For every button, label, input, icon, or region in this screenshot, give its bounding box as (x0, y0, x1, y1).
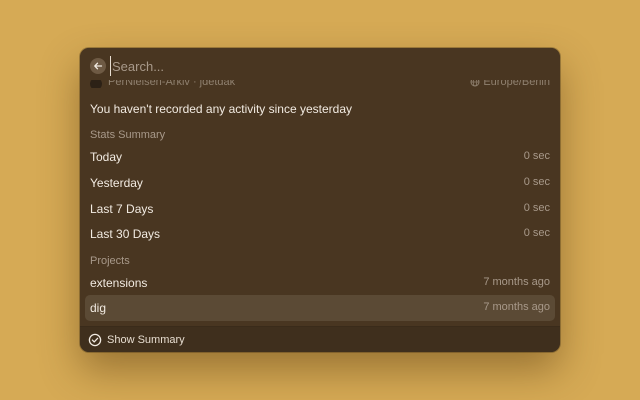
check-circle-icon (88, 333, 102, 347)
project-item-dig[interactable]: dig 7 months ago (85, 295, 555, 321)
stats-item-value: 0 sec (523, 176, 550, 188)
stats-item-label: Last 30 Days (90, 227, 161, 241)
show-summary-action[interactable]: Show Summary (107, 334, 185, 346)
search-bar (80, 48, 560, 84)
project-item-extensions[interactable]: extensions 7 months ago (85, 270, 555, 296)
stats-item-label: Last 7 Days (90, 202, 154, 216)
action-bar: Show Summary (80, 326, 560, 352)
stats-item-value: 0 sec (523, 227, 550, 239)
stats-item-yesterday[interactable]: Yesterday 0 sec (85, 170, 555, 196)
stats-summary-title: Stats Summary (90, 129, 166, 141)
stats-item-label: Yesterday (90, 176, 143, 190)
arrow-left-icon (94, 62, 103, 70)
stats-item-value: 0 sec (523, 150, 550, 162)
project-item-value: 7 months ago (483, 301, 550, 313)
stats-item-last-7-days[interactable]: Last 7 Days 0 sec (85, 196, 555, 222)
activity-message: You haven't recorded any activity since … (90, 102, 352, 116)
stats-item-value: 0 sec (523, 202, 550, 214)
stats-item-label: Today (90, 150, 123, 164)
back-button[interactable] (90, 58, 106, 74)
search-input[interactable] (110, 56, 532, 76)
projects-title: Projects (90, 255, 130, 267)
stats-item-last-30-days[interactable]: Last 30 Days 0 sec (85, 221, 555, 247)
stats-item-today[interactable]: Today 0 sec (85, 144, 555, 170)
project-item-value: 7 months ago (483, 276, 550, 288)
project-item-label: dig (90, 301, 107, 315)
project-item-label: extensions (90, 276, 148, 290)
command-window: PerNielsen-Arkiv · jdetdak Europe/Berlin… (80, 48, 560, 352)
